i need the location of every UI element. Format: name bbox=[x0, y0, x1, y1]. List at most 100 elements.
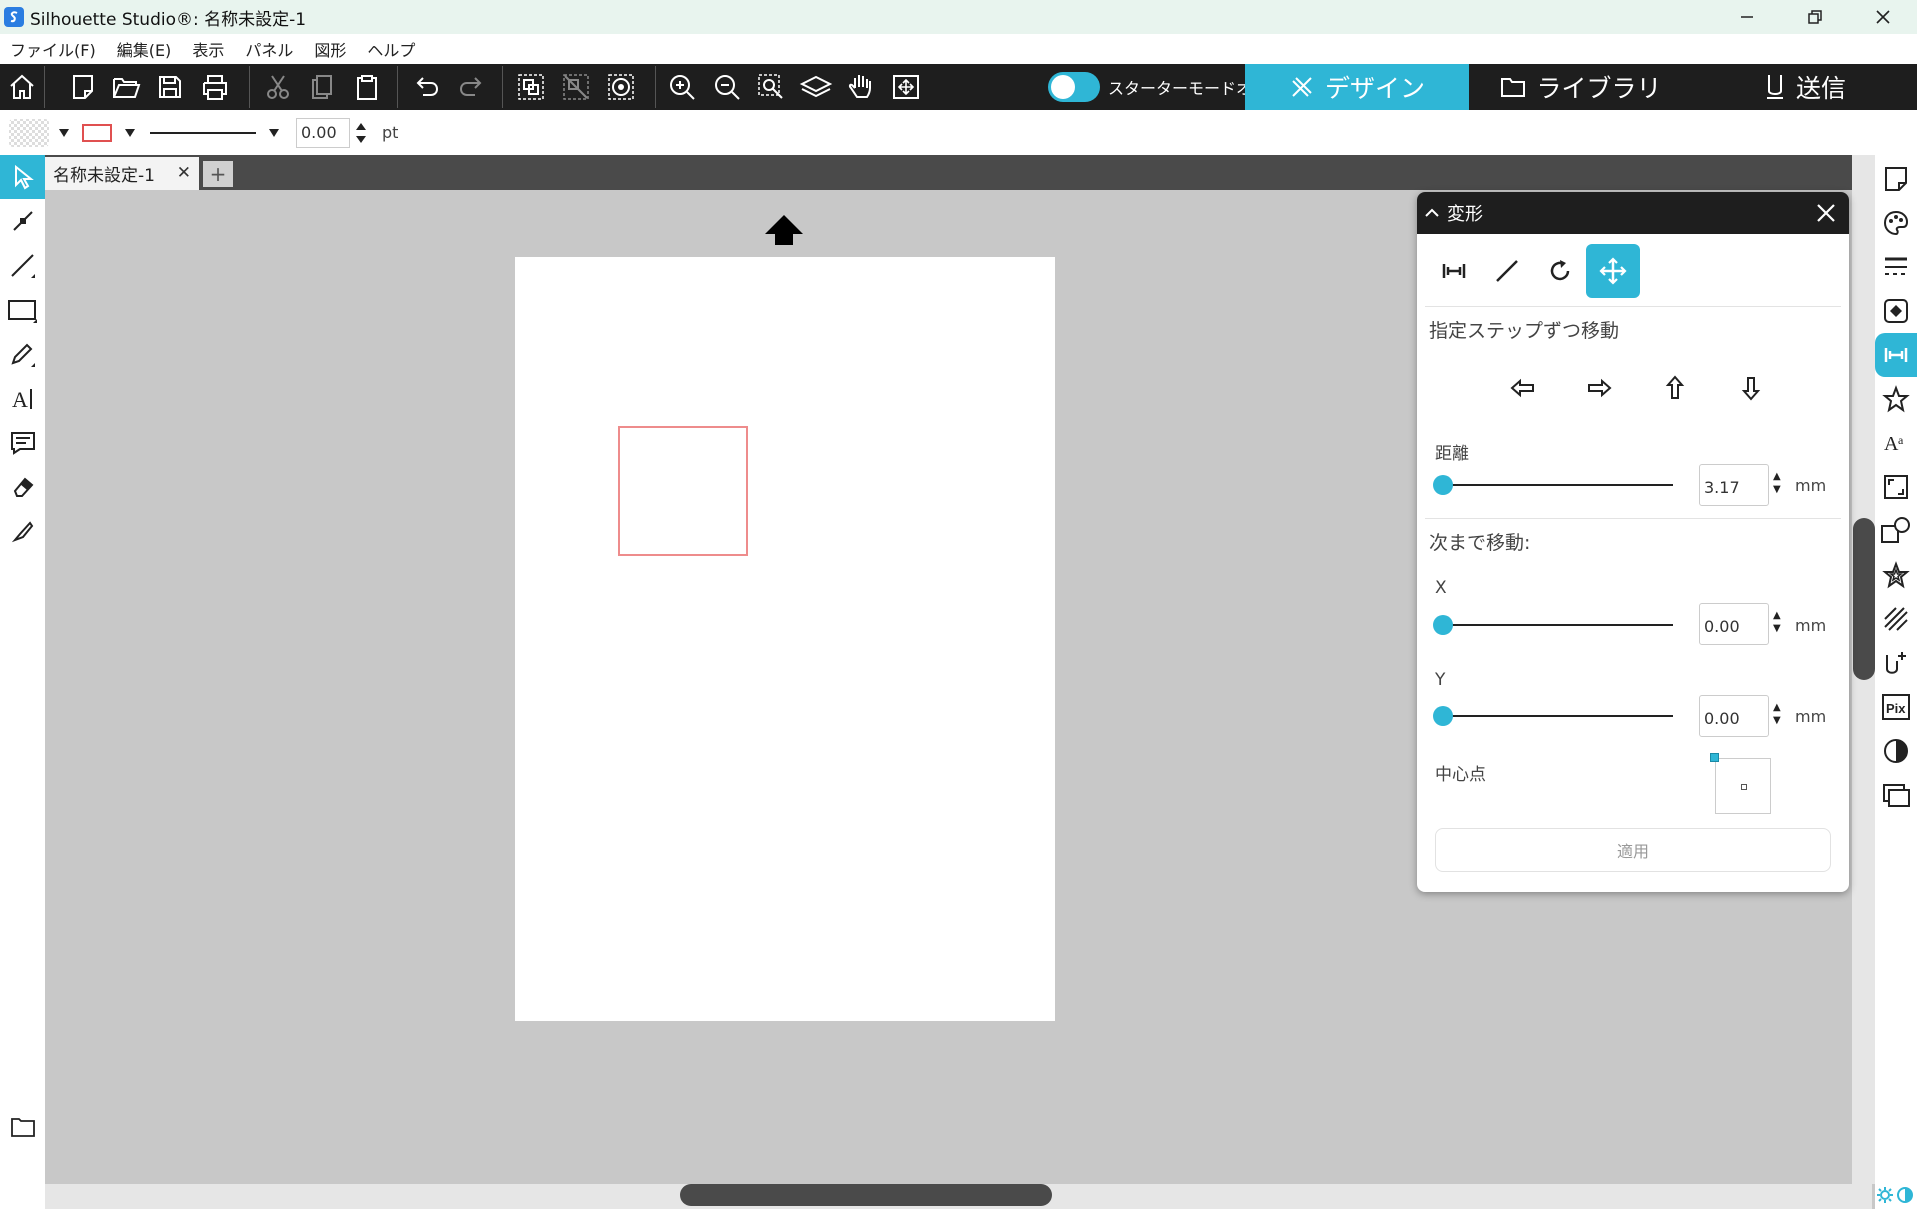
menu-panel[interactable]: パネル bbox=[245, 37, 293, 61]
line-tool-icon[interactable] bbox=[0, 244, 45, 288]
library-panel-icon[interactable] bbox=[1875, 773, 1917, 817]
menu-file[interactable]: ファイル(F) bbox=[10, 37, 96, 61]
x-slider-knob[interactable] bbox=[1433, 615, 1453, 635]
vertical-scroll-thumb[interactable] bbox=[1853, 518, 1875, 680]
align-icon[interactable] bbox=[1427, 244, 1481, 298]
document-tab[interactable]: 名称未設定-1 ✕ bbox=[45, 157, 199, 190]
line-color-swatch[interactable] bbox=[82, 110, 112, 155]
toggle-switch[interactable] bbox=[1048, 72, 1100, 102]
add-document-button[interactable]: + bbox=[203, 161, 233, 187]
stroke-width-input[interactable]: 0.00 bbox=[296, 117, 350, 148]
cut-icon[interactable] bbox=[259, 68, 297, 106]
ungroup-icon[interactable] bbox=[557, 68, 595, 106]
center-point-selector[interactable] bbox=[1710, 753, 1771, 814]
zoom-select-icon[interactable] bbox=[752, 68, 790, 106]
open-folder-icon[interactable] bbox=[107, 68, 145, 106]
distance-input[interactable]: 3.17 bbox=[1699, 464, 1769, 506]
tab-send[interactable]: 送信 bbox=[1693, 64, 1917, 110]
color-palette-icon[interactable] bbox=[1875, 201, 1917, 245]
scale-tab-icon[interactable] bbox=[1480, 244, 1534, 298]
apply-button[interactable]: 適用 bbox=[1435, 828, 1831, 872]
transform-icon[interactable] bbox=[1875, 333, 1917, 377]
line-style-icon[interactable] bbox=[1875, 245, 1917, 289]
arrow-left-icon[interactable] bbox=[1503, 368, 1543, 408]
pan-hand-icon[interactable] bbox=[842, 68, 880, 106]
menu-shape[interactable]: 図形 bbox=[314, 37, 346, 61]
paste-icon[interactable] bbox=[348, 68, 386, 106]
scale-icon[interactable] bbox=[1875, 465, 1917, 509]
undo-icon[interactable] bbox=[408, 68, 446, 106]
y-slider[interactable] bbox=[1443, 715, 1673, 717]
y-spinner[interactable]: ▲ ▼ bbox=[1773, 701, 1787, 727]
collapse-chevron-icon[interactable] bbox=[1425, 208, 1439, 218]
close-window-button[interactable] bbox=[1849, 0, 1917, 34]
line-color-dropdown-arrow[interactable] bbox=[124, 110, 136, 155]
line-style-selector[interactable] bbox=[150, 110, 256, 155]
fit-to-page-icon[interactable] bbox=[797, 68, 835, 106]
pencil-tool-icon[interactable] bbox=[0, 333, 45, 377]
point-icon[interactable] bbox=[1875, 641, 1917, 685]
text-box-icon[interactable] bbox=[0, 421, 45, 465]
menu-help[interactable]: ヘルプ bbox=[367, 37, 415, 61]
menu-edit[interactable]: 編集(E) bbox=[117, 37, 172, 61]
fill-pattern-icon[interactable] bbox=[8, 110, 50, 155]
save-icon[interactable] bbox=[151, 68, 189, 106]
center-anchor-center[interactable] bbox=[1741, 784, 1747, 790]
page-setup-icon[interactable] bbox=[1875, 157, 1917, 201]
replicate-icon[interactable] bbox=[1875, 377, 1917, 421]
home-icon[interactable] bbox=[3, 68, 41, 106]
arrow-up-icon[interactable] bbox=[1655, 368, 1695, 408]
redo-icon[interactable] bbox=[452, 68, 490, 106]
point-edit-icon[interactable] bbox=[0, 199, 45, 243]
starter-mode-toggle[interactable]: スターターモードオフ bbox=[1048, 72, 1268, 102]
pixscan-icon[interactable]: Pix bbox=[1875, 685, 1917, 729]
rectangle-tool-icon[interactable] bbox=[0, 289, 45, 333]
trace-icon[interactable] bbox=[1875, 597, 1917, 641]
center-anchor-top-left[interactable] bbox=[1710, 753, 1719, 762]
close-panel-icon[interactable] bbox=[1809, 196, 1843, 230]
text-style-icon[interactable]: Aa bbox=[1875, 421, 1917, 465]
fit-window-icon[interactable] bbox=[887, 68, 925, 106]
modify-icon[interactable] bbox=[1875, 509, 1917, 553]
select-icon[interactable] bbox=[0, 155, 45, 199]
offset-star-icon[interactable] bbox=[1875, 553, 1917, 597]
rotate-icon[interactable] bbox=[1533, 244, 1587, 298]
copy-icon[interactable] bbox=[303, 68, 341, 106]
cutting-mat-page[interactable] bbox=[515, 257, 1055, 1021]
zoom-out-icon[interactable] bbox=[708, 68, 746, 106]
x-input[interactable]: 0.00 bbox=[1699, 603, 1769, 645]
distance-slider-knob[interactable] bbox=[1433, 475, 1453, 495]
contrast-icon[interactable] bbox=[1875, 729, 1917, 773]
fill-icon[interactable] bbox=[1875, 289, 1917, 333]
distance-slider[interactable] bbox=[1443, 484, 1673, 486]
fill-dropdown-arrow[interactable] bbox=[58, 110, 70, 155]
x-spinner[interactable]: ▲ ▼ bbox=[1773, 609, 1787, 635]
x-slider[interactable] bbox=[1443, 624, 1673, 626]
distance-spinner[interactable]: ▲ ▼ bbox=[1773, 470, 1787, 496]
restore-button[interactable] bbox=[1781, 0, 1849, 34]
stroke-width-spinner[interactable] bbox=[355, 110, 367, 155]
settings-gear-icon[interactable] bbox=[1876, 1186, 1894, 1204]
close-tab-icon[interactable]: ✕ bbox=[177, 163, 191, 183]
zoom-in-icon[interactable] bbox=[663, 68, 701, 106]
rectangle-shape[interactable] bbox=[618, 426, 748, 556]
y-slider-knob[interactable] bbox=[1433, 706, 1453, 726]
print-icon[interactable] bbox=[196, 68, 234, 106]
menu-view[interactable]: 表示 bbox=[192, 37, 224, 61]
group-icon[interactable] bbox=[512, 68, 550, 106]
y-input[interactable]: 0.00 bbox=[1699, 695, 1769, 737]
tab-library[interactable]: ライブラリ bbox=[1469, 64, 1693, 110]
knife-icon[interactable] bbox=[0, 509, 45, 553]
move-icon[interactable] bbox=[1586, 244, 1640, 298]
horizontal-scroll-thumb[interactable] bbox=[680, 1184, 1052, 1206]
text-tool-icon[interactable]: A bbox=[0, 377, 45, 421]
theme-toggle-icon[interactable] bbox=[1896, 1186, 1914, 1204]
arrow-down-icon[interactable] bbox=[1731, 368, 1771, 408]
eraser-icon[interactable] bbox=[0, 465, 45, 509]
line-style-dropdown-arrow[interactable] bbox=[268, 110, 280, 155]
arrow-right-icon[interactable] bbox=[1579, 368, 1619, 408]
minimize-button[interactable] bbox=[1713, 0, 1781, 34]
new-document-icon[interactable] bbox=[64, 68, 102, 106]
tab-design[interactable]: デザイン bbox=[1245, 64, 1469, 110]
compound-path-icon[interactable] bbox=[602, 68, 640, 106]
